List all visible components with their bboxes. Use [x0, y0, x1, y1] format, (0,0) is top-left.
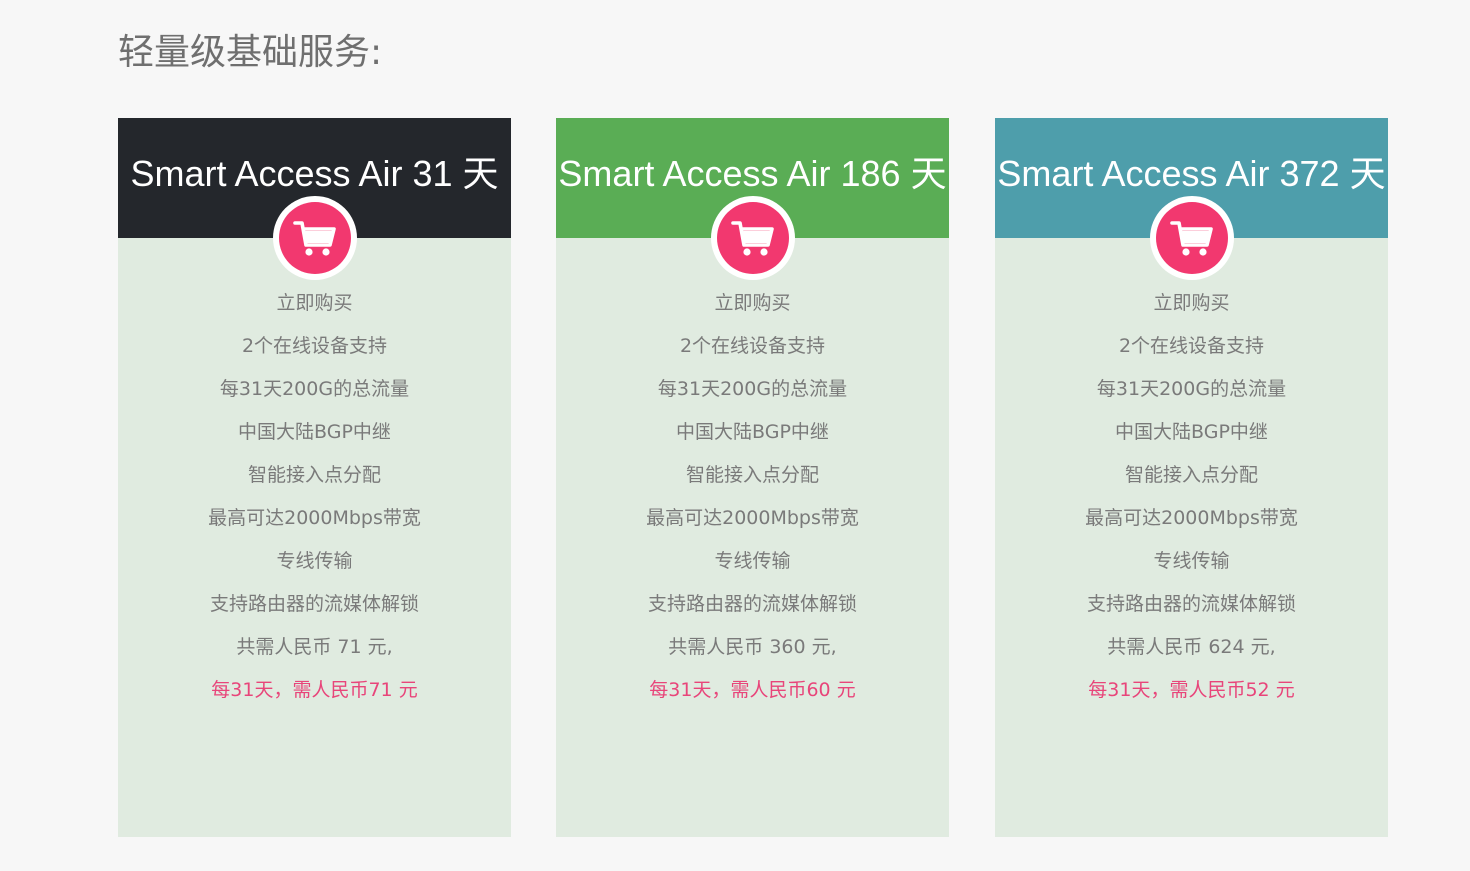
feature-item: 支持路由器的流媒体解锁: [209, 593, 419, 615]
plan-title: Smart Access Air 31 天: [130, 153, 499, 194]
feature-item: 2个在线设备支持: [679, 335, 826, 357]
feature-list: 2个在线设备支持 每31天200G的总流量 中国大陆BGP中继 智能接入点分配 …: [556, 331, 949, 705]
buy-now-link[interactable]: 立即购买: [556, 288, 949, 318]
feature-item: 智能接入点分配: [247, 464, 381, 486]
feature-item: 智能接入点分配: [1124, 464, 1258, 486]
feature-item: 最高可达2000Mbps带宽: [208, 507, 421, 529]
feature-item: 每31天200G的总流量: [219, 378, 410, 400]
feature-item: 中国大陆BGP中继: [676, 421, 829, 443]
feature-item: 专线传输: [1153, 550, 1230, 572]
plan-title: Smart Access Air 372 天: [997, 153, 1386, 194]
buy-now-link[interactable]: 立即购买: [995, 288, 1388, 318]
cart-button[interactable]: [710, 196, 795, 280]
shopping-cart-icon: [730, 221, 774, 256]
feature-item: 每31天200G的总流量: [1096, 378, 1287, 400]
buy-now-link[interactable]: 立即购买: [118, 288, 511, 318]
cart-button[interactable]: [1149, 196, 1234, 280]
shopping-cart-icon: [1169, 221, 1213, 256]
feature-item: 中国大陆BGP中继: [1115, 421, 1268, 443]
cart-button-face: [716, 202, 789, 274]
feature-item: 中国大陆BGP中继: [238, 421, 391, 443]
cart-button-face: [1155, 202, 1228, 274]
plan-title: Smart Access Air 186 天: [558, 153, 947, 194]
total-price: 共需人民币 360 元,: [668, 636, 837, 658]
section-title: 轻量级基础服务:: [118, 32, 383, 73]
feature-item: 2个在线设备支持: [1118, 335, 1265, 357]
plan-card-372-days: Smart Access Air 372 天 立即购买 2个在线设备支持 每31…: [995, 118, 1388, 837]
feature-item: 2个在线设备支持: [241, 335, 388, 357]
price-per-period: 每31天，需人民币60 元: [649, 679, 856, 701]
plan-card-31-days: Smart Access Air 31 天 立即购买 2个在线设备支持 每31天…: [118, 118, 511, 837]
plan-card-header: Smart Access Air 186 天: [556, 118, 949, 280]
feature-item: 支持路由器的流媒体解锁: [1086, 593, 1296, 615]
feature-list: 2个在线设备支持 每31天200G的总流量 中国大陆BGP中继 智能接入点分配 …: [118, 331, 511, 705]
feature-list: 2个在线设备支持 每31天200G的总流量 中国大陆BGP中继 智能接入点分配 …: [995, 331, 1388, 705]
price-per-period: 每31天，需人民币52 元: [1088, 679, 1295, 701]
total-price: 共需人民币 624 元,: [1107, 636, 1276, 658]
price-per-period: 每31天，需人民币71 元: [211, 679, 418, 701]
feature-item: 支持路由器的流媒体解锁: [647, 593, 857, 615]
feature-item: 每31天200G的总流量: [657, 378, 848, 400]
plan-card-186-days: Smart Access Air 186 天 立即购买 2个在线设备支持 每31…: [556, 118, 949, 837]
shopping-cart-icon: [292, 221, 336, 256]
feature-item: 智能接入点分配: [685, 464, 819, 486]
plan-card-header: Smart Access Air 372 天: [995, 118, 1388, 280]
feature-item: 最高可达2000Mbps带宽: [646, 507, 859, 529]
cart-button[interactable]: [272, 196, 357, 280]
feature-item: 专线传输: [276, 550, 353, 572]
cart-button-face: [278, 202, 351, 274]
feature-item: 专线传输: [714, 550, 791, 572]
plan-card-header: Smart Access Air 31 天: [118, 118, 511, 280]
feature-item: 最高可达2000Mbps带宽: [1085, 507, 1298, 529]
total-price: 共需人民币 71 元,: [236, 636, 393, 658]
